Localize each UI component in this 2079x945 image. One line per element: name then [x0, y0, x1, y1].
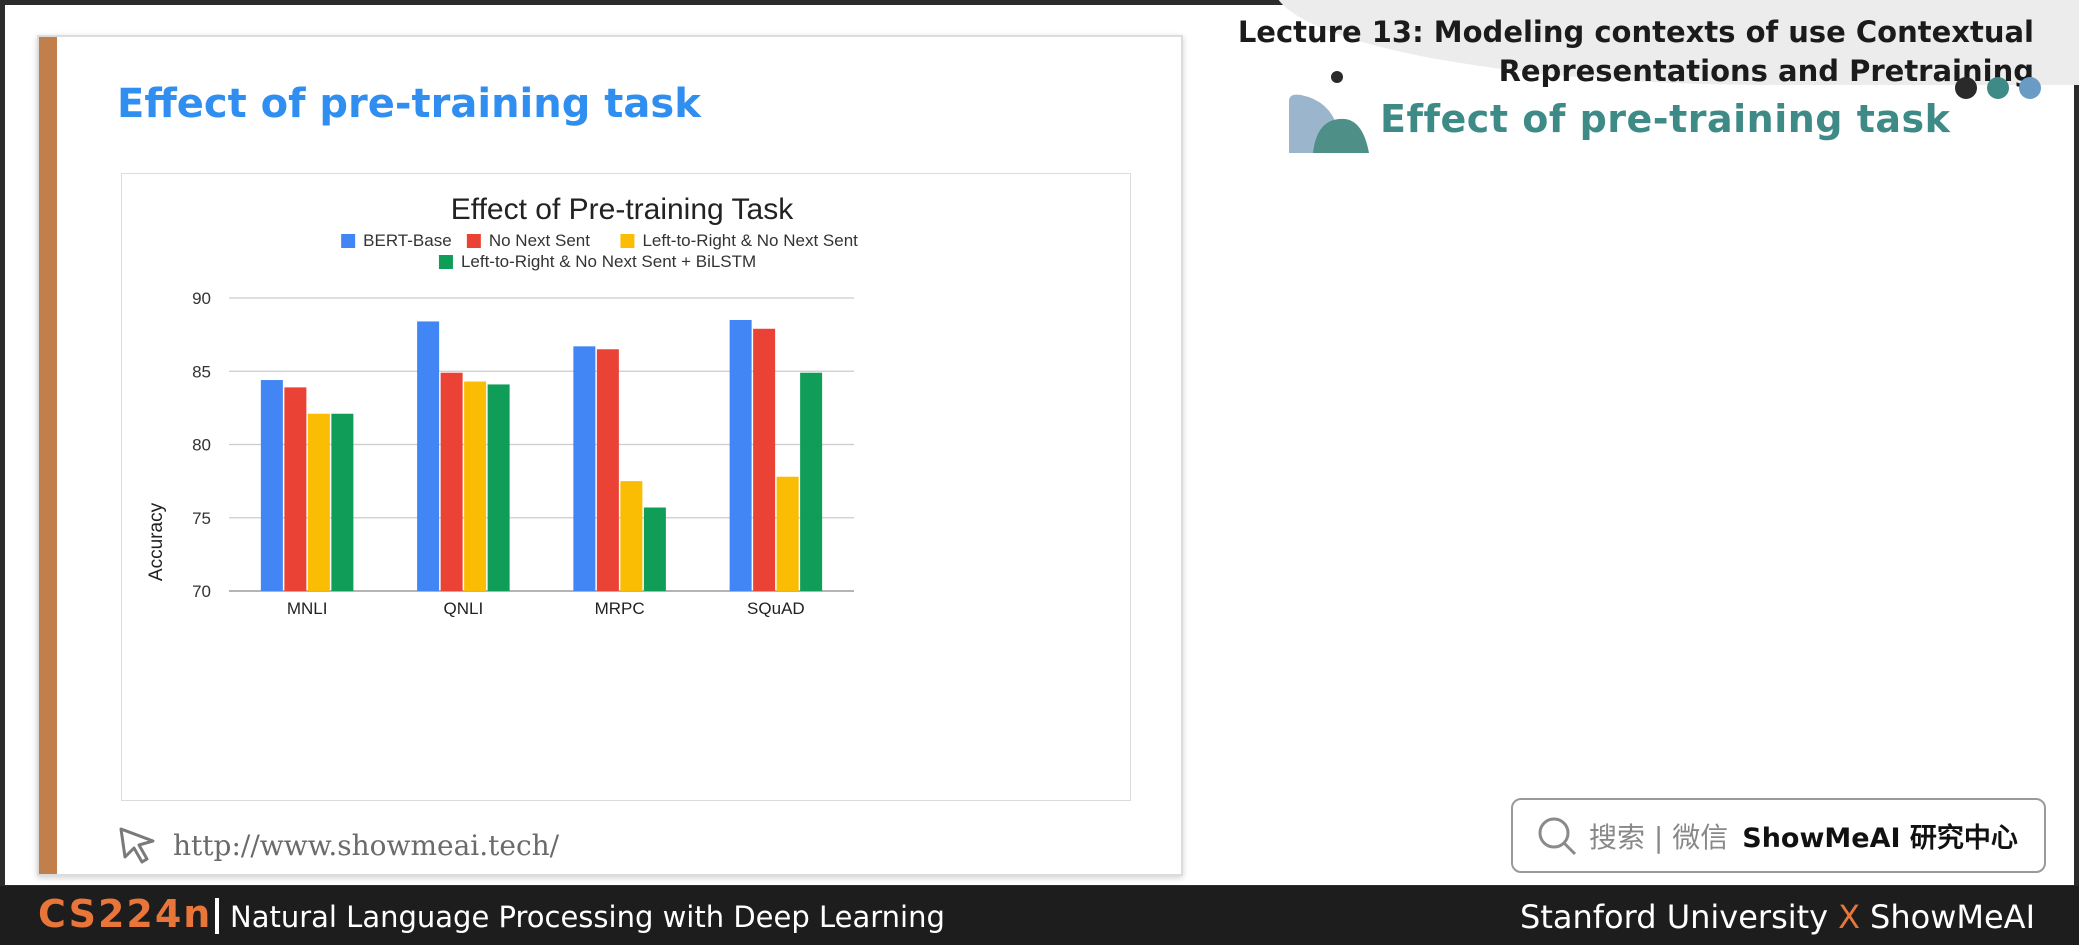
bar	[487, 384, 510, 591]
slide-card: Effect of pre-training task 70 75 80 85 90 MN…	[37, 35, 1183, 876]
bar	[260, 380, 283, 591]
x-tick-label: MNLI	[287, 599, 328, 618]
cursor-pointer-icon	[119, 827, 155, 864]
slide-heading: Effect of pre-training task	[117, 81, 701, 127]
x-tick-label: QNLI	[444, 599, 484, 618]
credit-left: Stanford University	[1520, 898, 1829, 936]
credit-x: X	[1838, 898, 1861, 936]
y-tick-label: 70	[192, 582, 211, 601]
screen: Lecture 13: Modeling contexts of use Con…	[0, 0, 2079, 945]
legend-label: Left-to-Right & No Next Sent + BiLSTM	[461, 252, 756, 271]
bar	[307, 413, 330, 591]
x-tick-label: MRPC	[595, 599, 645, 618]
y-tick-label: 80	[192, 436, 211, 455]
bar	[284, 387, 307, 591]
bar	[643, 507, 666, 591]
bar	[464, 381, 487, 591]
legend-swatch	[341, 234, 356, 248]
bar	[573, 346, 596, 591]
decorative-dot	[2019, 77, 2041, 99]
search-icon	[1538, 817, 1577, 855]
bar	[331, 413, 354, 591]
lecture-title-line2: Representations and Pretraining	[1498, 54, 2034, 88]
y-tick-label: 75	[192, 509, 211, 528]
bar	[620, 481, 643, 591]
footer-bar: CS224n Natural Language Processing with …	[0, 886, 2079, 945]
bar	[800, 372, 823, 591]
decorative-dot	[1987, 77, 2009, 99]
search-text: 搜索 | 微信	[1589, 820, 1729, 854]
lecture-title-line1: Lecture 13: Modeling contexts of use Con…	[1237, 15, 2034, 49]
x-tick-label: SQuAD	[747, 599, 805, 618]
decorative-dot	[1331, 71, 1343, 83]
bar	[596, 349, 619, 591]
credit-right: ShowMeAI	[1870, 898, 2035, 936]
search-badge[interactable]: 搜索 | 微信 ShowMeAI 研究中心	[1511, 798, 2046, 873]
section-title: Effect of pre-training task	[1380, 97, 1951, 141]
url-row[interactable]: http://www.showmeai.tech/	[115, 823, 559, 867]
bar	[729, 319, 752, 591]
decorative-shape-icon	[1289, 94, 1369, 153]
y-tick-label: 90	[192, 289, 211, 308]
search-brand: ShowMeAI 研究中心	[1742, 823, 2018, 854]
slide-canvas: Lecture 13: Modeling contexts of use Con…	[5, 0, 2079, 885]
lecture-title: Lecture 13: Modeling contexts of use Con…	[1134, 13, 2034, 91]
legend-label: BERT-Base	[363, 231, 452, 250]
credit: Stanford University X ShowMeAI	[1520, 898, 2035, 936]
footer-separator	[215, 898, 219, 934]
url-link[interactable]: http://www.showmeai.tech/	[173, 829, 559, 862]
bar-chart: 70 75 80 85 90 MNLI QNLI MRPC SQuAD Effect of Pr…	[146, 193, 858, 618]
chart-title: Effect of Pre-training Task	[451, 193, 794, 226]
slide-accent-bar	[39, 37, 57, 874]
bar	[440, 372, 463, 591]
legend-swatch	[466, 234, 481, 248]
course-code: CS224n	[38, 892, 213, 936]
decorative-dot	[1955, 77, 1977, 99]
bar	[776, 476, 799, 591]
legend-swatch	[620, 234, 635, 248]
course-name: Natural Language Processing with Deep Le…	[230, 900, 945, 934]
bar	[417, 321, 440, 591]
legend-label: No Next Sent	[489, 231, 590, 250]
legend-swatch	[438, 255, 453, 269]
y-tick-label: 85	[192, 362, 211, 381]
chart-container: 70 75 80 85 90 MNLI QNLI MRPC SQuAD Effect of Pr…	[121, 173, 1131, 801]
legend-label: Left-to-Right & No Next Sent	[642, 231, 858, 250]
y-axis-label: Accuracy	[146, 502, 167, 581]
bar	[753, 328, 776, 591]
